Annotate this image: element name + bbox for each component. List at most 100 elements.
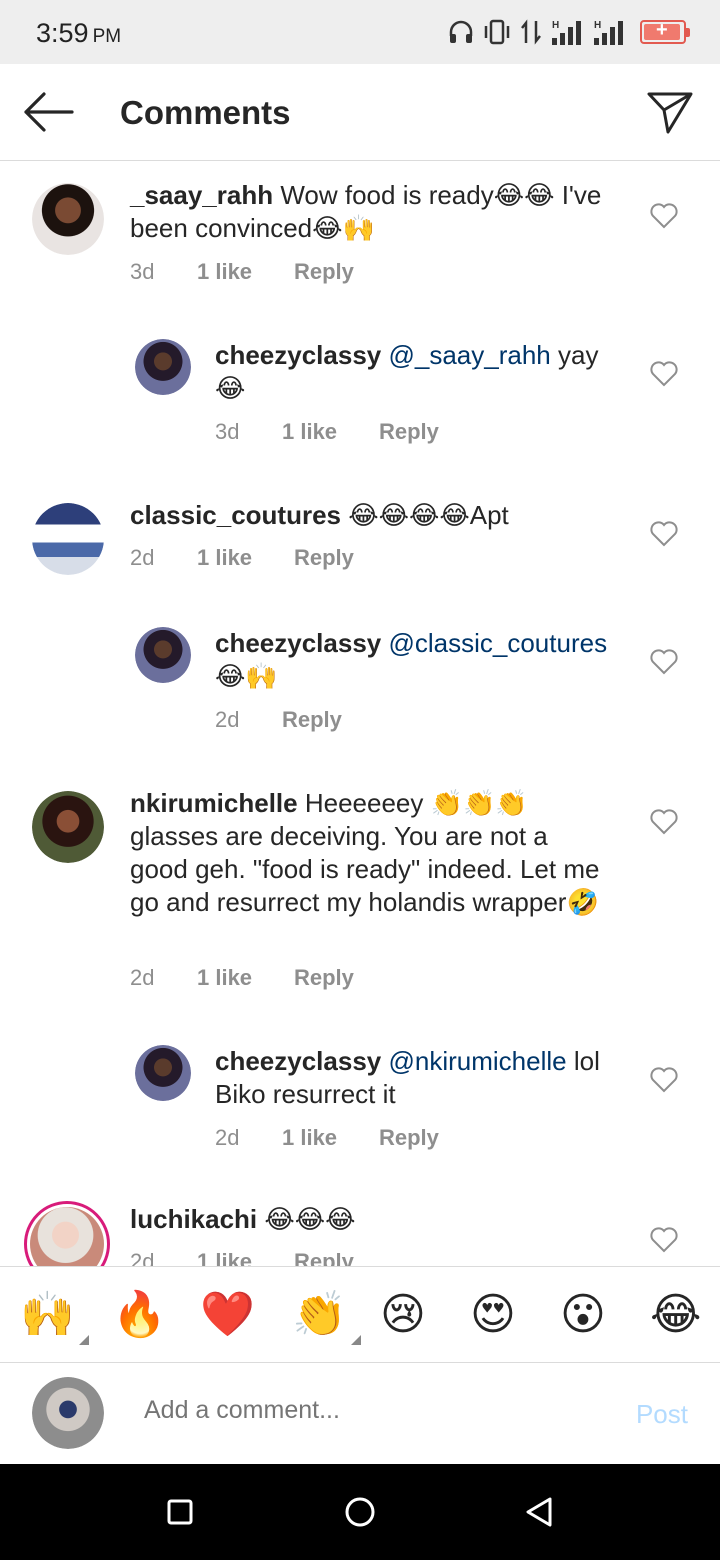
emoji-heart-icon: ❤️ bbox=[200, 1290, 255, 1339]
avatar[interactable] bbox=[32, 791, 104, 863]
comment-time: 2d bbox=[215, 707, 240, 732]
comment-mention[interactable]: @_saay_rahh bbox=[388, 340, 550, 370]
comment-username[interactable]: cheezyclassy bbox=[215, 628, 381, 658]
add-comment-bar: Post bbox=[0, 1363, 720, 1464]
reply-button[interactable]: Reply bbox=[294, 545, 354, 571]
comment-meta: 2d 1 like Reply bbox=[215, 1125, 439, 1151]
emoji-surprised-icon: 😮 bbox=[560, 1290, 606, 1339]
comment-time: 2d bbox=[130, 545, 155, 570]
status-time: 3:59 PM bbox=[36, 18, 121, 49]
emoji-tears-of-joy-button[interactable]: 😂 bbox=[650, 1289, 701, 1341]
comment-likes[interactable]: 1 like bbox=[282, 419, 379, 445]
status-bar: 3:59 PM H H + bbox=[0, 0, 720, 64]
reply-button[interactable]: Reply bbox=[294, 1249, 354, 1266]
comment-body: 😂😂😂😂Apt bbox=[341, 500, 509, 530]
comment-input[interactable] bbox=[144, 1396, 564, 1425]
send-icon[interactable] bbox=[646, 88, 694, 136]
comment-meta: 2d Reply bbox=[215, 707, 342, 733]
emoji-surprised-button[interactable]: 😮 bbox=[560, 1289, 606, 1341]
comment-mention[interactable]: @classic_coutures bbox=[388, 628, 607, 658]
avatar-story-ring[interactable] bbox=[24, 1201, 110, 1266]
emoji-crying-button[interactable]: 😢 bbox=[380, 1289, 426, 1341]
comment-likes[interactable]: 1 like bbox=[197, 545, 294, 571]
comment-meta: 2d 1 like Reply bbox=[130, 545, 354, 571]
emoji-bar: 🙌 🔥 ❤️ 👏 😢 😍 😮 😂 bbox=[0, 1266, 720, 1363]
comment-username[interactable]: cheezyclassy bbox=[215, 1046, 381, 1076]
comment-likes[interactable]: 1 like bbox=[197, 1249, 294, 1266]
comment-time: 2d bbox=[130, 1249, 155, 1266]
svg-text:H: H bbox=[594, 20, 601, 31]
status-time-value: 3:59 bbox=[36, 18, 89, 48]
svg-text:H: H bbox=[552, 20, 559, 31]
skin-tone-indicator-icon bbox=[78, 1335, 89, 1345]
comment-text: classic_coutures 😂😂😂😂Apt bbox=[130, 499, 640, 532]
comment-body: 😂😂😂 bbox=[257, 1204, 356, 1234]
comment-username[interactable]: luchikachi bbox=[130, 1204, 257, 1234]
headphones-icon bbox=[449, 20, 473, 43]
avatar[interactable] bbox=[32, 503, 104, 575]
reply-button[interactable]: Reply bbox=[282, 707, 342, 733]
comment-text: cheezyclassy @classic_coutures 😂🙌 bbox=[215, 627, 635, 693]
emoji-heart-eyes-icon: 😍 bbox=[470, 1290, 516, 1339]
emoji-heart-eyes-button[interactable]: 😍 bbox=[470, 1289, 516, 1341]
signal-2-icon: H bbox=[594, 20, 623, 45]
comment-meta: 3d 1 like Reply bbox=[215, 419, 439, 445]
vibrate-icon bbox=[484, 19, 510, 45]
comment-list[interactable]: _saay_rahh Wow food is ready😂😂 I've been… bbox=[0, 161, 720, 1266]
avatar[interactable] bbox=[135, 339, 191, 395]
emoji-raising-hands-button[interactable]: 🙌 bbox=[20, 1289, 89, 1345]
comment-likes[interactable]: 1 like bbox=[282, 1125, 379, 1151]
emoji-raising-hands-icon: 🙌 bbox=[20, 1290, 75, 1339]
post-button[interactable]: Post bbox=[636, 1399, 688, 1430]
comment-text: cheezyclassy @nkirumichelle lol Biko res… bbox=[215, 1045, 635, 1111]
comment-likes[interactable]: 1 like bbox=[197, 965, 294, 991]
like-heart-icon[interactable] bbox=[650, 521, 678, 547]
like-heart-icon[interactable] bbox=[650, 1067, 678, 1093]
recents-square-icon[interactable] bbox=[162, 1494, 198, 1530]
emoji-fire-button[interactable]: 🔥 bbox=[112, 1289, 167, 1341]
signal-1-icon: H bbox=[552, 20, 581, 45]
page-title: Comments bbox=[120, 94, 291, 131]
comment-text: luchikachi 😂😂😂 bbox=[130, 1203, 640, 1236]
current-user-avatar bbox=[32, 1377, 104, 1449]
status-time-ampm: PM bbox=[92, 26, 122, 47]
reply-button[interactable]: Reply bbox=[294, 965, 354, 991]
reply-button[interactable]: Reply bbox=[379, 419, 439, 445]
emoji-clapping-button[interactable]: 👏 bbox=[292, 1289, 361, 1345]
comment-mention[interactable]: @nkirumichelle bbox=[388, 1046, 566, 1076]
navigation-bar bbox=[0, 1464, 720, 1560]
avatar[interactable] bbox=[135, 1045, 191, 1101]
home-circle-icon[interactable] bbox=[342, 1494, 378, 1530]
back-arrow-icon[interactable] bbox=[22, 90, 74, 134]
reply-button[interactable]: Reply bbox=[379, 1125, 439, 1151]
avatar[interactable] bbox=[135, 627, 191, 683]
avatar[interactable] bbox=[32, 183, 104, 255]
back-triangle-icon[interactable] bbox=[522, 1494, 558, 1530]
like-heart-icon[interactable] bbox=[650, 361, 678, 387]
comment-username[interactable]: classic_coutures bbox=[130, 500, 341, 530]
battery-icon: + bbox=[640, 19, 690, 44]
comment-likes[interactable]: 1 like bbox=[197, 259, 294, 285]
comment-username[interactable]: cheezyclassy bbox=[215, 340, 381, 370]
comment-meta: 2d 1 like Reply bbox=[130, 1249, 354, 1266]
comment-meta: 3d 1 like Reply bbox=[130, 259, 354, 285]
comment-body: 😂🙌 bbox=[215, 661, 278, 691]
like-heart-icon[interactable] bbox=[650, 203, 678, 229]
reply-button[interactable]: Reply bbox=[294, 259, 354, 285]
like-heart-icon[interactable] bbox=[650, 649, 678, 675]
like-heart-icon[interactable] bbox=[650, 809, 678, 835]
emoji-fire-icon: 🔥 bbox=[112, 1290, 167, 1339]
comment-time: 3d bbox=[130, 259, 155, 284]
header: Comments bbox=[0, 64, 720, 161]
status-icons: H H + bbox=[448, 16, 690, 48]
comment-username[interactable]: _saay_rahh bbox=[130, 180, 273, 210]
emoji-crying-icon: 😢 bbox=[380, 1290, 426, 1339]
comment-text: cheezyclassy @_saay_rahh yay 😂 bbox=[215, 339, 635, 405]
comment-time: 2d bbox=[215, 1125, 240, 1150]
comment-meta: 2d 1 like Reply bbox=[130, 965, 354, 991]
emoji-heart-button[interactable]: ❤️ bbox=[200, 1289, 255, 1341]
comment-username[interactable]: nkirumichelle bbox=[130, 788, 298, 818]
like-heart-icon[interactable] bbox=[650, 1227, 678, 1253]
comment-text: nkirumichelle Heeeeeey 👏👏👏 glasses are d… bbox=[130, 787, 610, 919]
comment-time: 3d bbox=[215, 419, 240, 444]
